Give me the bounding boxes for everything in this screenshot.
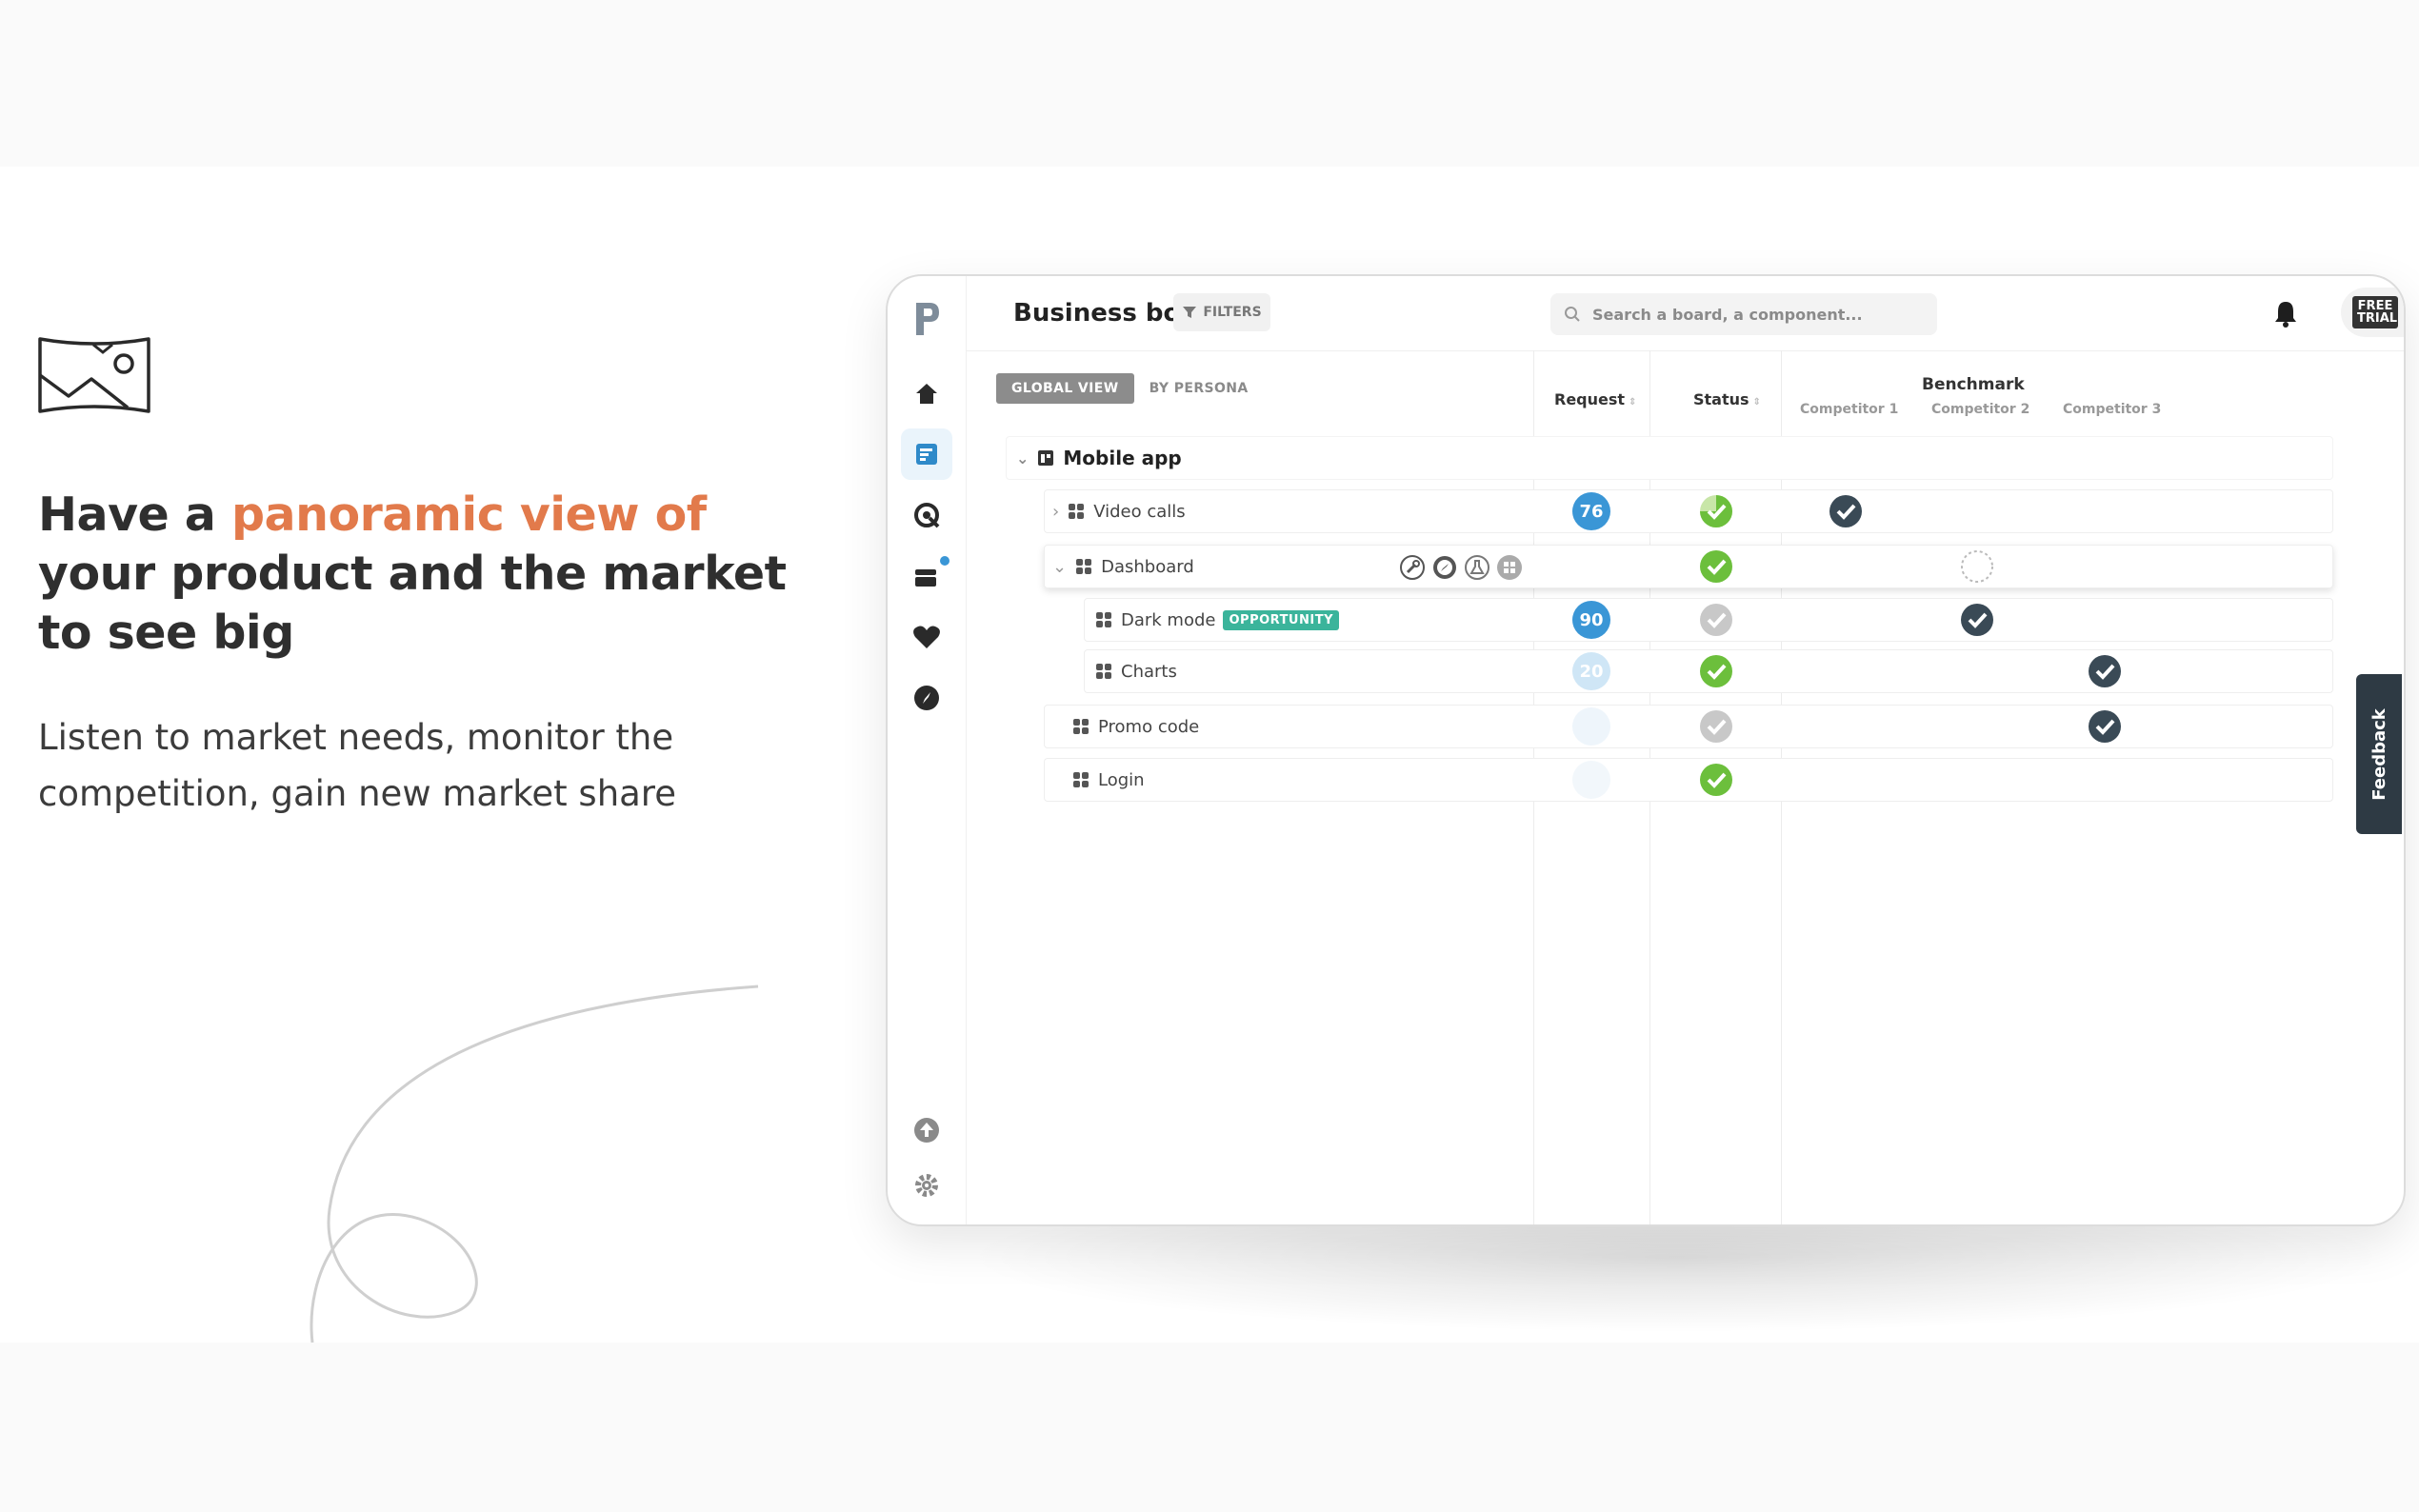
row-label: Dark mode [1121, 609, 1216, 630]
headline-accent: panoramic view of [230, 487, 707, 542]
chevron-down-icon[interactable]: ⌄ [1016, 449, 1029, 468]
feedback-tab[interactable]: Feedback [2356, 674, 2402, 834]
row-label: Video calls [1093, 501, 1186, 522]
panorama-image-icon [38, 337, 150, 413]
grid-persona-icon[interactable] [1496, 554, 1523, 581]
top-band [0, 0, 2419, 167]
competitor-2-header[interactable]: Competitor 2 [1931, 402, 2029, 417]
compass-icon[interactable] [901, 672, 952, 724]
component-icon [1069, 504, 1085, 519]
pitchy-logo-icon [916, 303, 939, 335]
opportunity-tag: OPPORTUNITY [1223, 609, 1339, 630]
free-trial-badge[interactable]: FREE TRIAL [2352, 296, 2398, 328]
filters-label: FILTERS [1203, 305, 1262, 320]
request-count-badge[interactable]: 1 [1572, 761, 1610, 799]
hero-subtext: Listen to market needs, monitor the comp… [38, 717, 676, 814]
search-input[interactable] [1590, 304, 1918, 325]
competitor-1-header[interactable]: Competitor 1 [1800, 402, 1898, 417]
table-row[interactable]: Login [1044, 758, 2333, 802]
filters-button[interactable]: FILTERS [1173, 293, 1270, 331]
component-icon [1076, 559, 1092, 574]
row-label: Dashboard [1101, 556, 1194, 577]
table-row[interactable]: › Video calls [1044, 489, 2333, 533]
persona-icons [1399, 554, 1523, 581]
row-label: Promo code [1098, 716, 1200, 737]
row-label: Charts [1121, 661, 1177, 682]
request-count-badge[interactable]: 90 [1572, 601, 1610, 639]
status-done-icon[interactable] [1699, 549, 1733, 584]
competitor-3-header[interactable]: Competitor 3 [2063, 402, 2161, 417]
flask-icon[interactable] [1464, 554, 1490, 581]
status-done-icon[interactable] [1699, 654, 1733, 688]
heart-icon[interactable] [901, 611, 952, 663]
decorative-curve [310, 985, 759, 1343]
table-row[interactable]: Promo code [1044, 705, 2333, 748]
row-label: Mobile app [1063, 447, 1182, 469]
column-header-status[interactable]: Status ⇕ [1693, 390, 1761, 408]
feedback-label: Feedback [2369, 707, 2389, 801]
benchmark-check-icon[interactable] [1960, 603, 1994, 637]
filter-icon [1183, 307, 1197, 318]
status-done-icon[interactable] [1699, 763, 1733, 797]
chevron-down-icon[interactable]: ⌄ [1052, 557, 1067, 577]
component-icon [1073, 719, 1089, 734]
compass-persona-icon[interactable] [1431, 554, 1458, 581]
settings-icon[interactable] [901, 1160, 952, 1211]
column-header-request[interactable]: Request ⇕ [1554, 390, 1636, 408]
board-icon[interactable] [901, 428, 952, 480]
account-pill[interactable]: FREE TRIAL [2341, 288, 2404, 337]
app-icon [1038, 450, 1054, 466]
benchmark-check-icon[interactable] [1829, 494, 1863, 528]
benchmark-header: Benchmark [1922, 375, 2025, 394]
benchmark-pending-icon[interactable] [1960, 549, 1994, 584]
chevron-right-icon[interactable]: › [1052, 502, 1059, 522]
component-icon [1096, 612, 1111, 627]
request-count-badge[interactable]: 6 [1572, 707, 1610, 746]
search-icon [1565, 307, 1580, 322]
status-todo-icon[interactable] [1699, 709, 1733, 744]
top-bar: Business board FILTERS FREE TRIAL [966, 276, 2404, 351]
upgrade-icon[interactable] [901, 1104, 952, 1156]
hero-headline: Have a panoramic view of your product an… [38, 487, 787, 660]
row-label: Login [1098, 769, 1145, 790]
tab-by-persona[interactable]: BY PERSONA [1134, 373, 1264, 404]
home-icon[interactable] [901, 368, 952, 419]
status-todo-icon[interactable] [1699, 603, 1733, 637]
bell-icon[interactable] [2272, 299, 2299, 328]
notification-dot [940, 556, 950, 566]
group-row-mobile-app[interactable]: ⌄ Mobile app [1006, 436, 2333, 480]
tab-global-view[interactable]: GLOBAL VIEW [996, 373, 1134, 404]
status-partial-icon[interactable] [1699, 494, 1733, 528]
component-icon [1073, 772, 1089, 787]
sidebar [888, 276, 967, 1224]
target-icon[interactable] [901, 489, 952, 541]
view-tabs: GLOBAL VIEW BY PERSONA [996, 373, 1264, 404]
search-box[interactable] [1550, 293, 1937, 335]
app-window: Business board FILTERS FREE TRIAL GLOBAL… [886, 274, 2406, 1226]
component-icon [1096, 664, 1111, 679]
bottom-band [0, 1343, 2419, 1512]
request-count-badge[interactable]: 76 [1572, 492, 1610, 530]
table-row-selected[interactable]: ⌄ Dashboard [1044, 545, 2333, 588]
benchmark-check-icon[interactable] [2088, 654, 2122, 688]
wrench-icon[interactable] [1399, 554, 1426, 581]
request-count-badge[interactable]: 20 [1572, 652, 1610, 690]
benchmark-check-icon[interactable] [2088, 709, 2122, 744]
